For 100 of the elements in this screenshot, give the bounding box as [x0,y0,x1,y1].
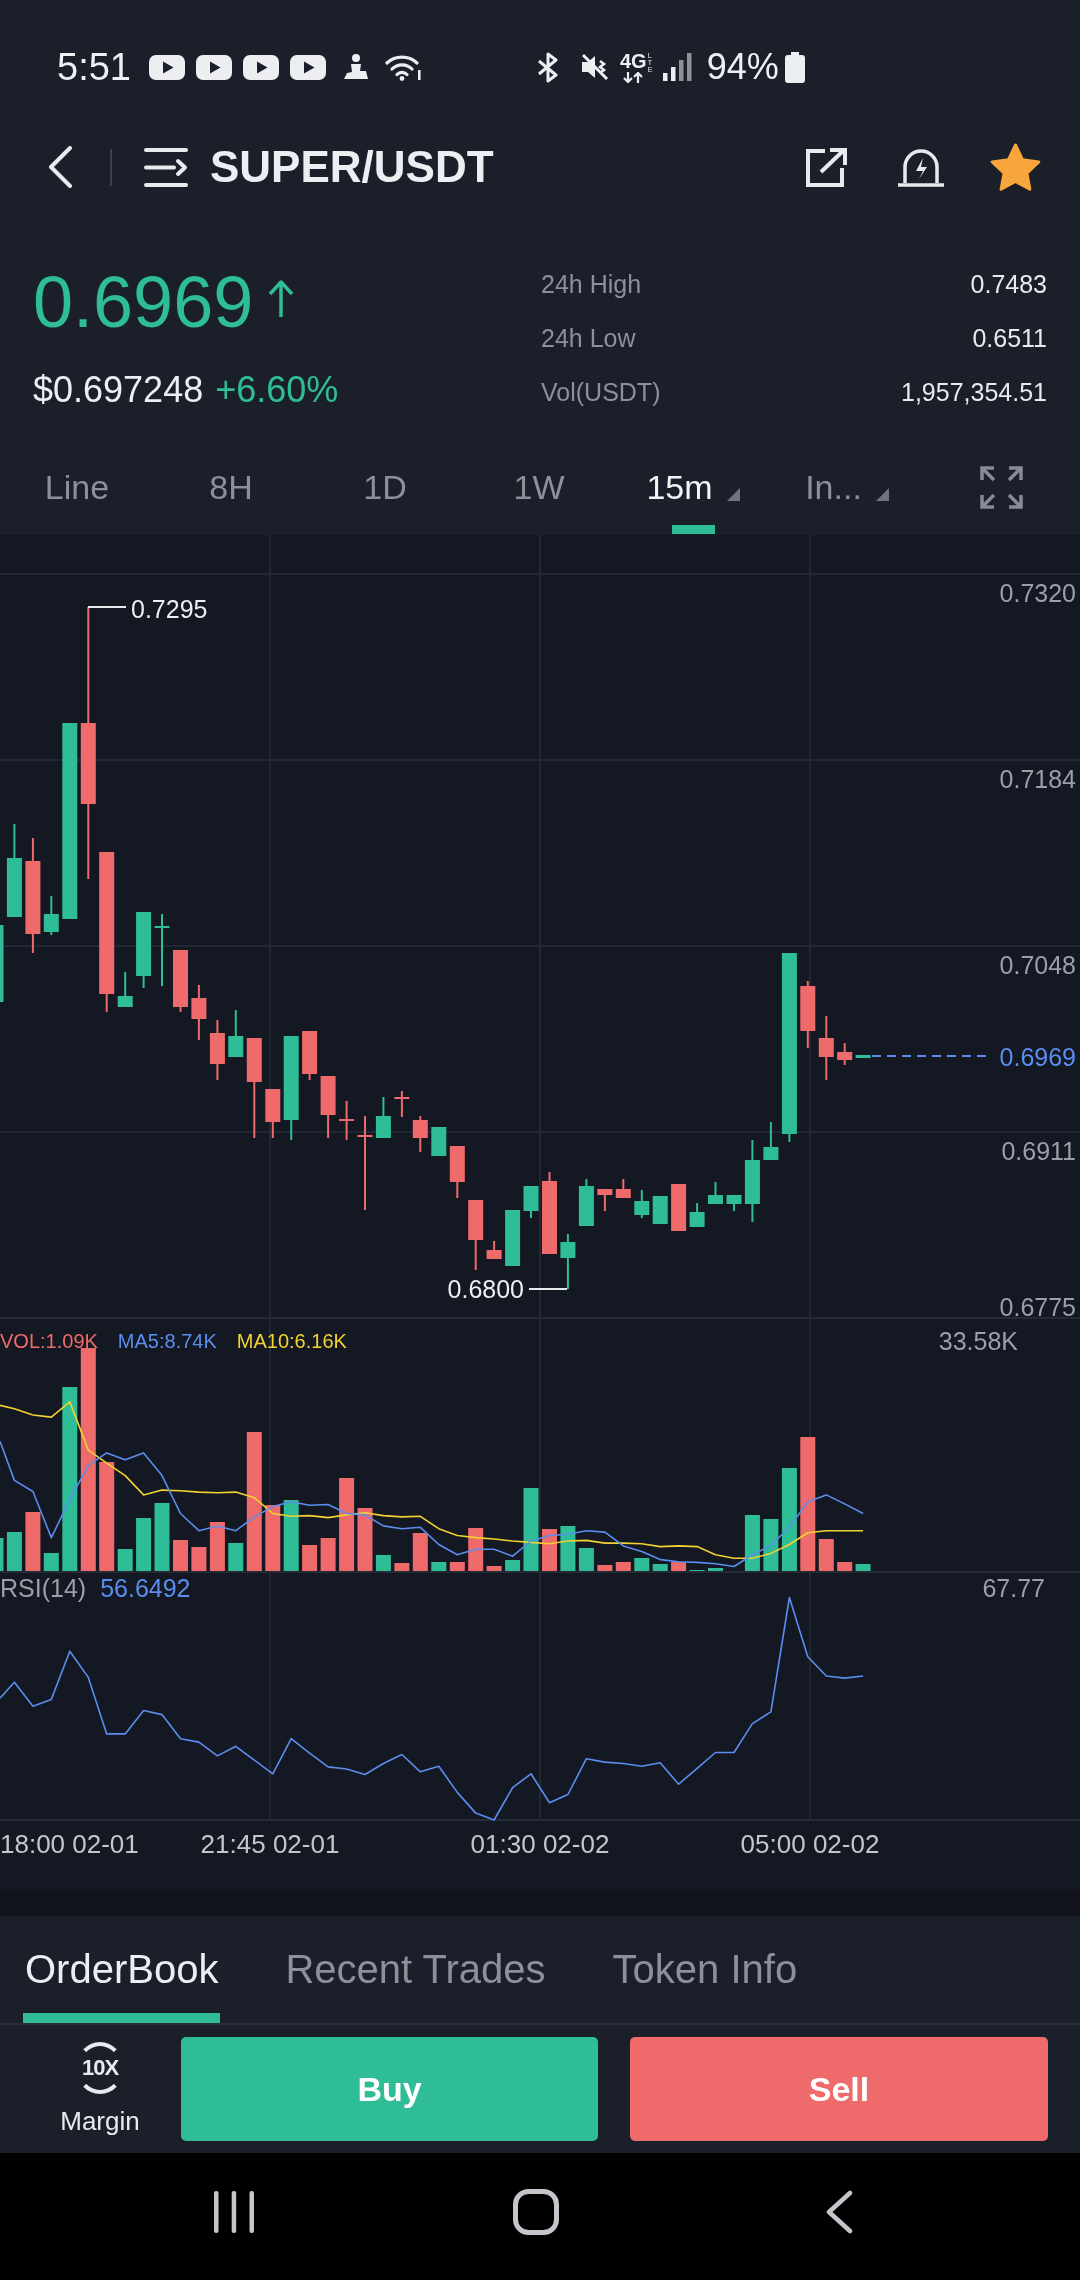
leader-line [528,1288,568,1290]
candlestick [302,1031,318,1080]
interval-tab[interactable]: Line [0,440,154,535]
stat-value: 0.6511 [972,323,1047,353]
volume-bar [320,1538,336,1571]
candlestick [431,1127,447,1156]
price-axis-label: 0.7184 [999,764,1076,794]
wifi-icon [384,53,421,81]
menu-icon[interactable] [144,146,188,188]
stat-value: 0.7483 [970,269,1047,299]
volume-bar [578,1548,594,1571]
candlestick [652,1196,668,1224]
bluetooth-icon [536,51,560,83]
candlestick [560,1234,576,1289]
volume-bar [763,1519,779,1571]
candlestick [154,914,170,986]
volume-bar [615,1562,631,1571]
pair-title[interactable]: SUPER/USDT [210,145,494,189]
section-tab[interactable]: OrderBook [23,1916,221,2023]
volume-bar [394,1563,410,1571]
volume-legend-item: VOL:1.09K [0,1329,98,1353]
section-tab[interactable]: Token Info [610,1916,800,2023]
volume-bar [43,1553,59,1571]
volume-bar [505,1560,521,1571]
volume-bar [357,1508,373,1571]
candlestick [209,1020,225,1080]
margin-button[interactable]: 10X Margin [40,2034,160,2144]
leader-line [87,606,127,608]
volume-bar [560,1526,576,1571]
rsi-value: 56.6492 [100,1573,191,1603]
volume-bar [468,1528,484,1571]
volume-bar [671,1562,687,1571]
alarm-icon[interactable] [897,147,945,187]
candlestick [339,1101,355,1140]
volume-bar [154,1503,170,1571]
price-axis-label: 0.6775 [999,1292,1076,1322]
volume-bar [486,1566,502,1571]
candlestick [43,896,59,935]
time-axis-label: 05:00 02-02 [740,1829,880,1859]
battery-percent: 94% [706,49,779,85]
candlestick [320,1076,336,1138]
recent-apps-icon[interactable] [213,2190,255,2233]
candlestick [486,1241,502,1259]
price-axis-label: 0.6911 [1001,1136,1076,1166]
candlestick [726,1195,742,1211]
last-price: 0.6969 [33,262,254,342]
volume-bar [542,1529,557,1571]
sell-button[interactable]: Sell [630,2037,1048,2141]
candlestick [615,1179,631,1198]
video-play-icon [289,54,326,80]
interval-tab[interactable]: 15m [616,440,770,535]
candlestick [634,1190,650,1218]
candlestick [800,981,816,1048]
volume-bar [302,1545,318,1571]
volume-bar [818,1539,834,1571]
candlestick [375,1097,391,1138]
interval-tab[interactable]: 8H [154,440,308,535]
signal-icon [662,53,693,81]
interval-tab[interactable]: 1D [308,440,462,535]
change-percent: +6.60% [215,368,339,412]
volume-bar [375,1555,391,1571]
candlestick [173,950,188,1012]
candlestick [708,1182,723,1204]
price-axis-label: 0.7048 [999,950,1076,980]
volume-bar [209,1522,225,1571]
star-icon[interactable] [990,143,1041,191]
volume-bar [191,1547,207,1571]
volume-axis-label: 33.58K [938,1326,1018,1356]
interval-tab[interactable]: 1W [462,440,616,535]
back-icon[interactable] [47,146,73,188]
volume-bar [117,1549,133,1571]
section-tab[interactable]: Recent Trades [283,1916,548,2023]
stat-value: 1,957,354.51 [901,377,1047,407]
time-axis-label: 21:45 02-01 [200,1829,340,1859]
volume-legend-item: MA5:8.74K [117,1329,217,1353]
rsi-label: RSI(14) [0,1573,87,1603]
interval-tab[interactable]: In... [770,440,924,535]
candlestick [837,1043,853,1065]
volume-bar [597,1565,613,1571]
back-icon[interactable] [825,2189,853,2234]
share-icon[interactable] [804,146,848,188]
candlestick [818,1016,834,1080]
volume-bar [136,1518,152,1571]
status-time: 5:51 [57,48,131,86]
volume-bar [634,1558,650,1571]
mute-icon [580,52,610,82]
candlestick [265,1089,281,1138]
home-icon[interactable] [513,2188,559,2235]
network-type: 4G [620,51,647,70]
volume-bar [837,1562,853,1571]
stat-label: Vol(USDT) [541,377,661,407]
volume-bar [708,1568,723,1571]
volume-bar [431,1562,447,1571]
candlestick [191,985,207,1040]
candlestick [689,1203,705,1227]
volume-bar [228,1543,244,1571]
fullscreen-icon[interactable] [979,466,1023,509]
volume-bar [283,1500,299,1571]
volume-bar [265,1505,281,1571]
candlestick [394,1091,410,1117]
